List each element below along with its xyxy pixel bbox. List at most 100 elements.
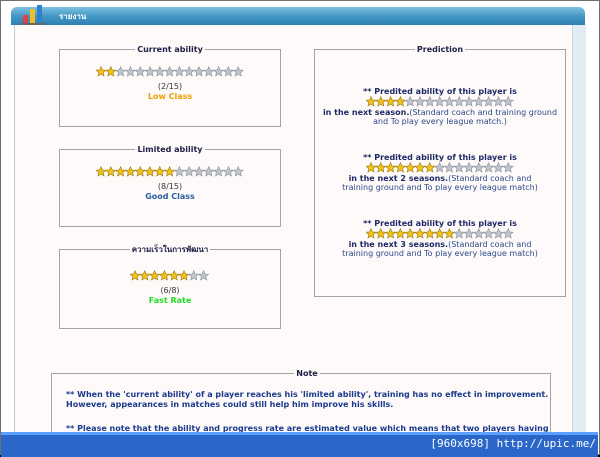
star-empty (502, 228, 514, 239)
image-host-caption: [960x698] http://upic.me/ (430, 437, 596, 450)
star-empty (462, 162, 475, 173)
star-filled (394, 162, 406, 173)
report-content: Current ability (2/15) Low Class Limited… (14, 25, 573, 454)
star-filled (374, 228, 386, 239)
note-line-1: ** When the 'current ability' of a playe… (66, 390, 549, 399)
prediction-box: Prediction ** Predited ability of this p… (314, 45, 566, 297)
star-filled (404, 162, 416, 173)
star-empty (153, 66, 165, 77)
star-empty (492, 228, 504, 239)
star-empty (173, 66, 185, 77)
star-filled (365, 96, 377, 107)
star-filled (443, 228, 455, 239)
star-filled (423, 228, 435, 239)
star-empty (492, 96, 504, 107)
progress-rate-legend: ความเร็วในการพัฒนา (131, 245, 209, 254)
prediction-period: in the next 3 seasons. (348, 240, 449, 249)
star-filled (95, 66, 107, 77)
star-empty (114, 66, 126, 77)
star-empty (202, 166, 214, 177)
star-empty (423, 96, 435, 107)
star-empty (143, 66, 156, 77)
star-empty (163, 66, 175, 77)
star-empty (433, 162, 445, 173)
star-filled (384, 228, 396, 239)
vertical-scrollbar[interactable] (572, 25, 586, 440)
star-filled (384, 162, 396, 173)
star-empty (124, 66, 136, 77)
star-empty (462, 228, 475, 239)
star-filled (143, 166, 156, 177)
star-filled (153, 166, 165, 177)
star-empty (472, 96, 484, 107)
star-filled (423, 162, 435, 173)
prediction-stars (365, 162, 514, 173)
window-title-bar: รายงาน (11, 7, 585, 25)
star-filled (104, 166, 116, 177)
star-empty (492, 162, 504, 173)
star-filled (384, 96, 396, 107)
star-empty (462, 96, 475, 107)
star-empty (404, 96, 416, 107)
star-filled (394, 228, 406, 239)
star-filled (365, 228, 377, 239)
prediction-head: ** Predited ability of this player is (363, 153, 517, 162)
limited-ability-legend: Limited ability (137, 145, 203, 154)
star-filled (95, 166, 107, 177)
star-empty (472, 228, 484, 239)
star-empty (443, 96, 455, 107)
progress-rate-box: ความเร็วในการพัฒนา (6/8) Fast Rate (59, 243, 281, 329)
star-empty (453, 162, 465, 173)
star-empty (192, 166, 205, 177)
star-empty (413, 96, 426, 107)
prediction-item: ** Predited ability of this player is in… (315, 87, 565, 126)
prediction-legend: Prediction (416, 45, 464, 54)
star-empty (502, 96, 514, 107)
star-filled (163, 166, 175, 177)
prediction-item: ** Predited ability of this player is in… (315, 153, 565, 192)
star-filled (168, 270, 180, 281)
star-filled (404, 228, 416, 239)
star-empty (453, 96, 465, 107)
star-filled (178, 270, 190, 281)
star-filled (158, 270, 170, 281)
star-empty (433, 96, 445, 107)
star-empty (482, 228, 494, 239)
star-empty (212, 66, 224, 77)
star-empty (134, 66, 146, 77)
star-filled (413, 162, 426, 173)
screenshot-frame: รายงาน Current ability (2/15) Low Class … (0, 0, 600, 455)
star-filled (134, 166, 146, 177)
star-empty (222, 66, 234, 77)
star-empty (192, 66, 205, 77)
limited-ability-box: Limited ability (8/15) Good Class (59, 145, 281, 227)
limited-ability-fraction: (8/15) (157, 182, 183, 191)
current-ability-stars (95, 66, 244, 77)
star-empty (183, 66, 195, 77)
star-filled (129, 270, 141, 281)
prediction-period: in the next 2 seasons. (348, 174, 449, 183)
star-empty (472, 162, 484, 173)
note-line-2: However, appearances in matches could st… (66, 400, 394, 409)
star-filled (104, 66, 116, 77)
star-empty (443, 162, 455, 173)
prediction-stars (365, 228, 514, 239)
limited-ability-stars (95, 166, 244, 177)
star-filled (148, 270, 161, 281)
note-legend: Note (296, 369, 318, 378)
prediction-head: ** Predited ability of this player is (363, 87, 517, 96)
star-filled (365, 162, 377, 173)
star-empty (482, 96, 494, 107)
star-empty (187, 270, 200, 281)
report-chart-icon (21, 5, 45, 25)
star-empty (502, 162, 514, 173)
current-ability-fraction: (2/15) (157, 82, 183, 91)
star-empty (453, 228, 465, 239)
star-filled (374, 162, 386, 173)
progress-rate-fraction: (6/8) (160, 286, 180, 295)
prediction-period: in the next season. (322, 108, 410, 117)
current-ability-class: Low Class (147, 92, 193, 101)
prediction-head: ** Predited ability of this player is (363, 219, 517, 228)
prediction-stars (365, 96, 514, 107)
star-filled (114, 166, 126, 177)
